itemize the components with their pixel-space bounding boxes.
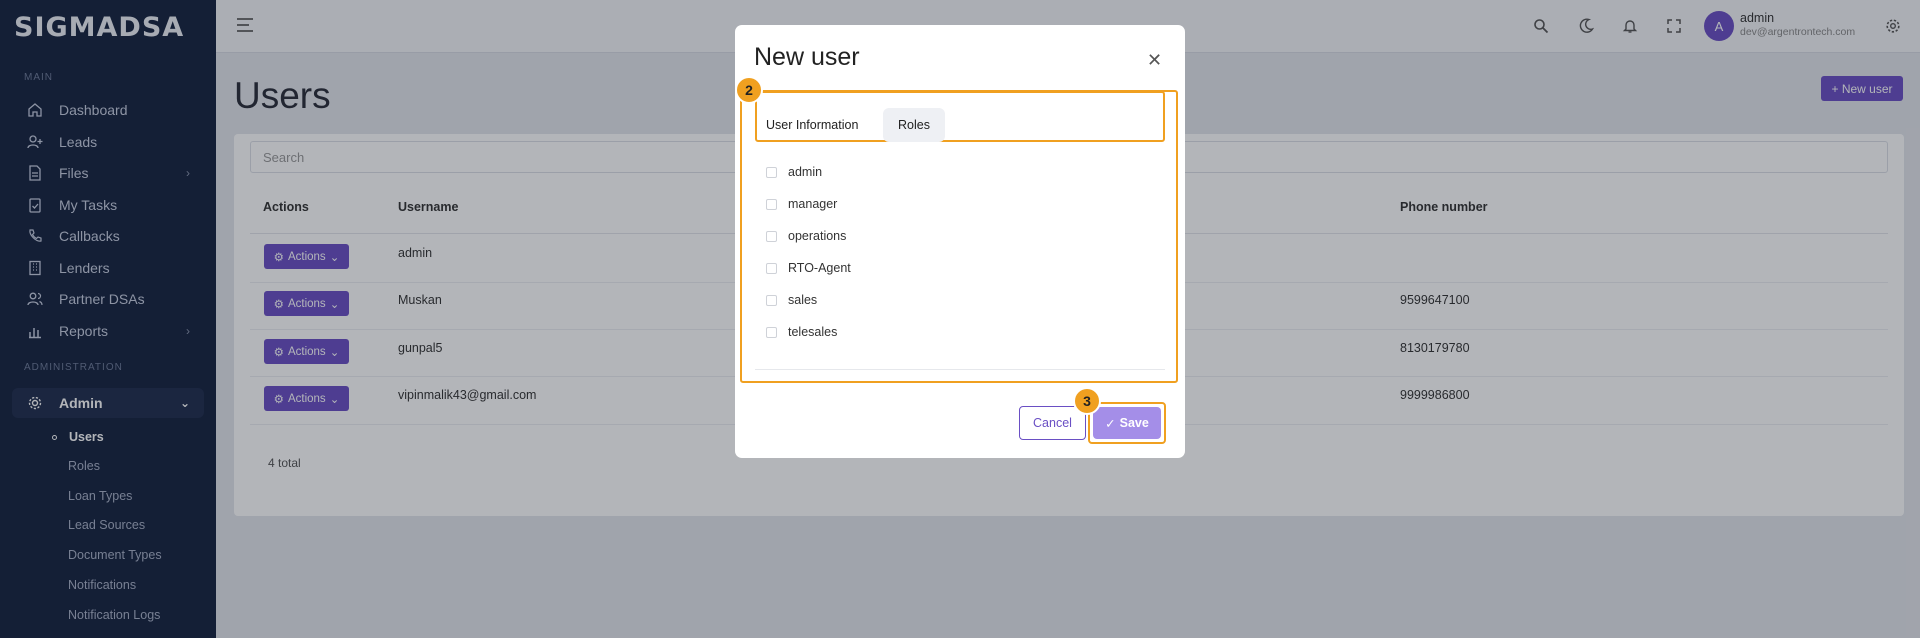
cancel-button[interactable]: Cancel: [1019, 406, 1086, 440]
new-user-dialog: New user ✕ User Information Roles 2 admi…: [735, 25, 1185, 458]
save-button[interactable]: ✓ Save: [1093, 407, 1161, 439]
role-checkbox[interactable]: [766, 198, 777, 210]
tab-roles[interactable]: Roles: [883, 108, 945, 142]
close-icon[interactable]: ✕: [1147, 50, 1162, 71]
role-option-rto-agent[interactable]: RTO-Agent: [766, 261, 851, 275]
role-checkbox[interactable]: [766, 230, 777, 242]
tab-user-information[interactable]: User Information: [766, 108, 858, 142]
dialog-title: New user: [754, 43, 860, 71]
check-icon: ✓: [1105, 416, 1116, 431]
role-option-telesales[interactable]: telesales: [766, 325, 837, 339]
role-label: operations: [788, 229, 847, 243]
roles-divider: [755, 369, 1165, 370]
role-label: RTO-Agent: [788, 261, 851, 275]
role-label: telesales: [788, 325, 838, 339]
role-checkbox[interactable]: [766, 294, 777, 306]
role-checkbox[interactable]: [766, 326, 777, 338]
role-label: admin: [788, 165, 823, 179]
role-option-sales[interactable]: sales: [766, 293, 817, 307]
role-checkbox[interactable]: [766, 262, 777, 274]
step-badge: 2: [735, 76, 763, 104]
role-label: manager: [788, 197, 838, 211]
step-badge: 3: [1073, 387, 1101, 415]
role-option-admin[interactable]: admin: [766, 165, 822, 179]
role-option-manager[interactable]: manager: [766, 197, 837, 211]
role-option-operations[interactable]: operations: [766, 229, 846, 243]
role-checkbox[interactable]: [766, 166, 777, 178]
role-label: sales: [788, 293, 818, 307]
